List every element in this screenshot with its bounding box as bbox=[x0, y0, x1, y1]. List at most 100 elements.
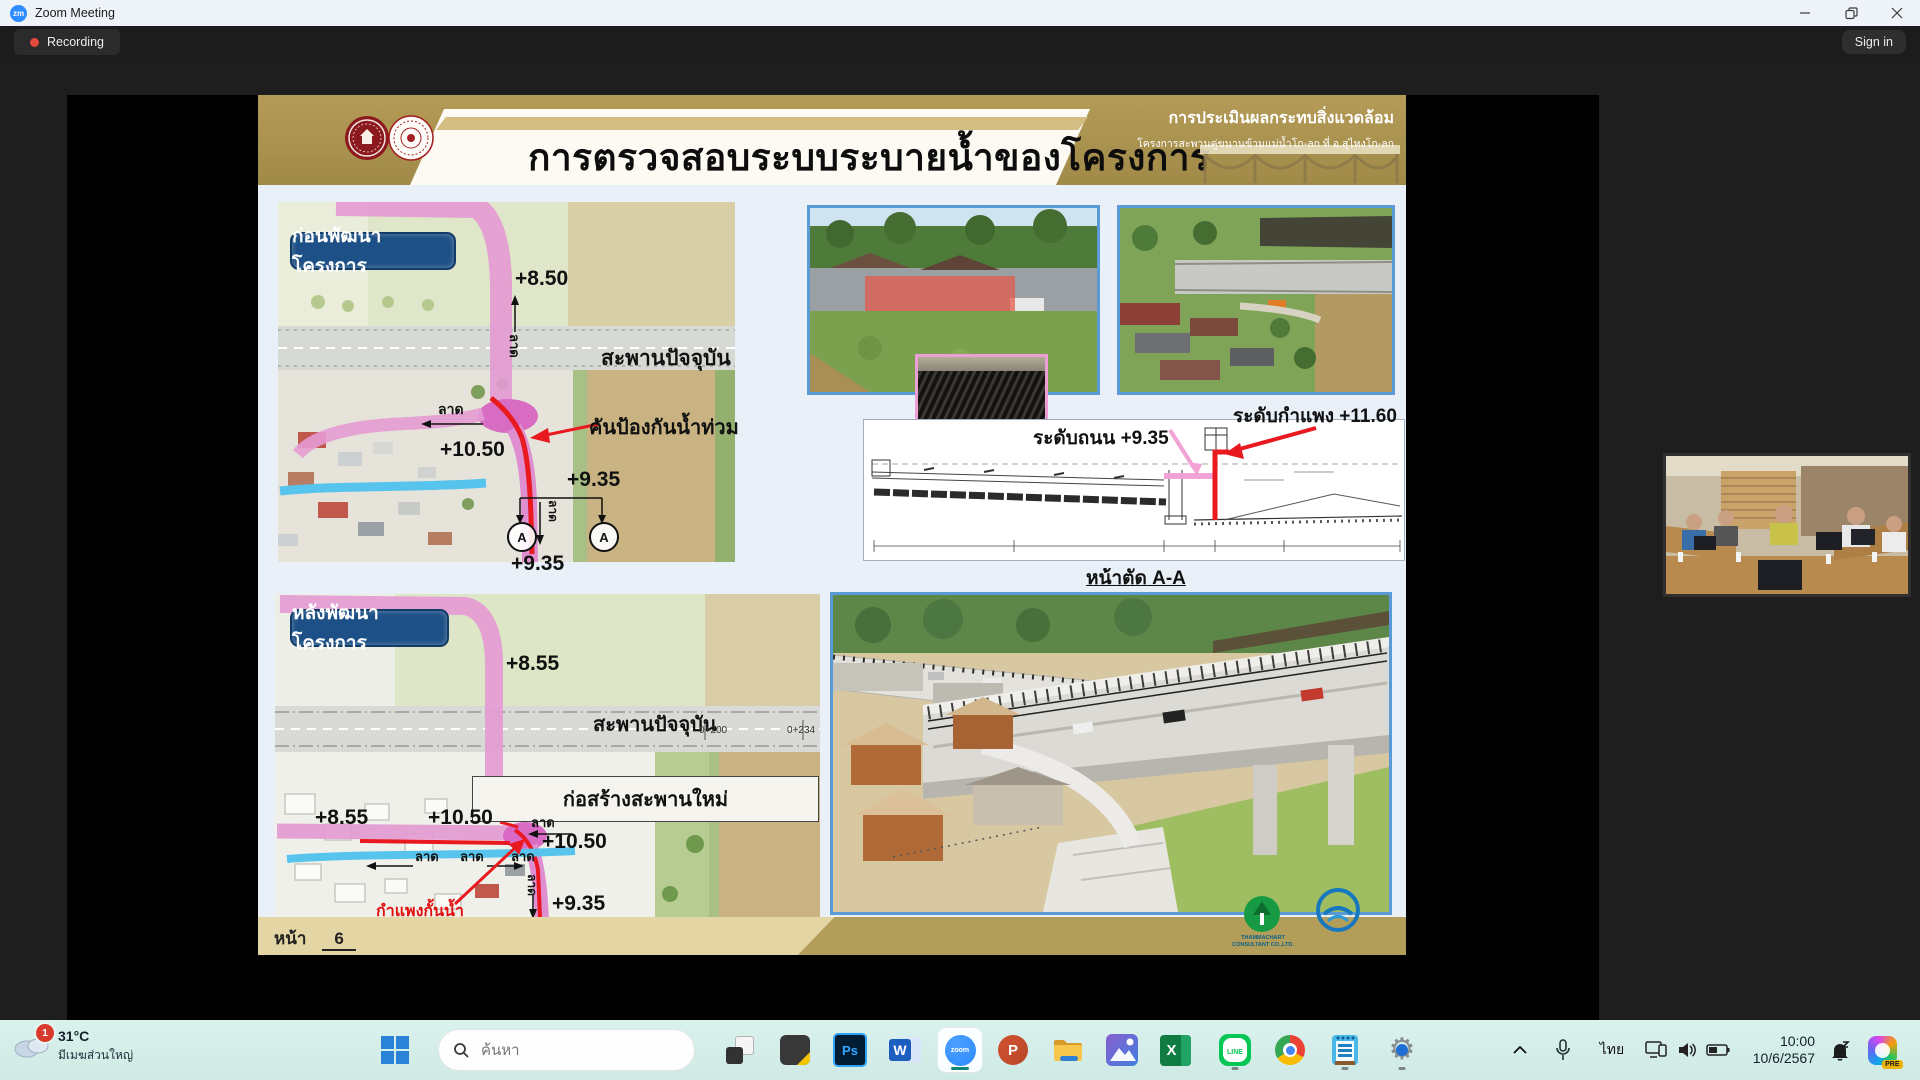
search-box[interactable] bbox=[438, 1029, 695, 1071]
level-label: +10.50 bbox=[428, 806, 493, 830]
participant-video-tile[interactable] bbox=[1663, 453, 1911, 597]
slope-label: ลาด bbox=[511, 846, 535, 867]
consultant-name-2: CONSULTANT CO.,LTD. bbox=[1213, 942, 1313, 949]
tray-volume[interactable] bbox=[1674, 1020, 1702, 1080]
level-label: +8.55 bbox=[315, 806, 368, 830]
road-level-label: ระดับถนน +9.35 bbox=[1033, 423, 1169, 453]
map-after-panel: หลังพัฒนาโครงการ +8.55 สะพานปัจจุบัน 0+2… bbox=[275, 594, 820, 917]
section-marker-a: A bbox=[507, 522, 537, 552]
slope-label-vertical: ลาด bbox=[504, 334, 525, 358]
slide-title: การตรวจสอบระบบระบายน้ำของโครงการ bbox=[528, 128, 1210, 187]
taskbar-notepad[interactable] bbox=[1323, 1028, 1367, 1072]
photos-icon bbox=[1106, 1034, 1138, 1066]
notepad-icon bbox=[1330, 1033, 1360, 1067]
slope-label-vertical: ลาด bbox=[523, 874, 542, 896]
sticky-notes-icon bbox=[780, 1035, 810, 1065]
search-input[interactable] bbox=[479, 1041, 663, 1060]
microphone-icon bbox=[1555, 1039, 1571, 1061]
page-label: หน้า bbox=[274, 929, 306, 948]
search-icon bbox=[453, 1042, 469, 1058]
level-label: +10.50 bbox=[440, 438, 505, 462]
slide-header: การตรวจสอบระบบระบายน้ำของโครงการ การประเ… bbox=[258, 95, 1406, 185]
consultant-logo-green bbox=[1243, 895, 1281, 938]
slope-label: ลาด bbox=[415, 846, 439, 867]
clock-date: 10/6/2567 bbox=[1733, 1050, 1815, 1067]
taskbar-line[interactable]: LINE bbox=[1213, 1028, 1257, 1072]
minimize-icon bbox=[1799, 7, 1811, 19]
restore-button[interactable] bbox=[1828, 0, 1874, 26]
weather-condition-label: มีเมฆส่วนใหญ่ bbox=[58, 1046, 133, 1065]
excel-icon: X bbox=[1160, 1035, 1191, 1066]
notification-badge: 1 bbox=[34, 1022, 56, 1044]
running-indicator bbox=[1399, 1067, 1406, 1070]
level-label: +9.35 bbox=[511, 552, 564, 576]
tray-language-indicator[interactable]: ไทย bbox=[1592, 1020, 1632, 1080]
level-label: +9.35 bbox=[552, 892, 605, 916]
taskbar-zoom-active[interactable]: zoom bbox=[938, 1028, 982, 1072]
taskbar-photoshop[interactable]: Ps bbox=[828, 1028, 872, 1072]
flood-dike-label: คันป้องกันน้ำท่วม bbox=[589, 411, 739, 443]
wall-level-label: ระดับกำแพง +11.60 bbox=[1233, 401, 1397, 431]
photoshop-icon: Ps bbox=[833, 1033, 867, 1067]
display-devices-icon bbox=[1645, 1041, 1667, 1059]
window-title: Zoom Meeting bbox=[35, 6, 115, 20]
tray-display-icon[interactable] bbox=[1640, 1020, 1672, 1080]
temperature-label: 31°C bbox=[58, 1028, 133, 1044]
file-explorer-icon bbox=[1052, 1036, 1084, 1064]
taskbar-chrome[interactable] bbox=[1268, 1028, 1312, 1072]
close-icon bbox=[1891, 7, 1903, 19]
presentation-slide: การตรวจสอบระบบระบายน้ำของโครงการ การประเ… bbox=[258, 95, 1406, 955]
slope-label: ลาด bbox=[460, 846, 484, 867]
section-caption: หน้าตัด A-A bbox=[1086, 563, 1186, 593]
taskbar-file-explorer[interactable] bbox=[1046, 1028, 1090, 1072]
task-view-icon bbox=[726, 1036, 754, 1064]
restore-icon bbox=[1845, 7, 1858, 20]
clock-time: 10:00 bbox=[1733, 1033, 1815, 1050]
current-bridge-label: สะพานปัจจุบัน bbox=[593, 708, 717, 740]
recording-dot-icon bbox=[30, 38, 39, 47]
tray-battery[interactable] bbox=[1702, 1020, 1734, 1080]
chainage-label: 0+200 bbox=[699, 725, 727, 736]
taskbar-word[interactable]: W bbox=[883, 1028, 927, 1072]
weather-widget[interactable]: 1 31°C มีเมฆส่วนใหญ่ bbox=[12, 1028, 133, 1065]
taskbar-photos[interactable] bbox=[1100, 1028, 1144, 1072]
recording-indicator[interactable]: Recording bbox=[14, 29, 120, 55]
taskbar-sticky-notes[interactable] bbox=[773, 1028, 817, 1072]
zoom-toolbar: Recording Sign in bbox=[0, 26, 1920, 58]
badge-before-development: ก่อนพัฒนาโครงการ bbox=[290, 232, 456, 270]
current-bridge-label: สะพานปัจจุบัน bbox=[601, 342, 731, 375]
windows-taskbar: 1 31°C มีเมฆส่วนใหญ่ bbox=[0, 1020, 1920, 1080]
chainage-label: 0+234 bbox=[787, 725, 815, 736]
speaker-icon bbox=[1678, 1042, 1698, 1058]
section-marker-a: A bbox=[589, 522, 619, 552]
tray-microphone[interactable] bbox=[1548, 1020, 1578, 1080]
gear-icon: ⚙ bbox=[1386, 1034, 1418, 1066]
slope-label: ลาด bbox=[438, 399, 464, 421]
level-label: +9.35 bbox=[567, 468, 620, 492]
page-number: 6 bbox=[322, 929, 355, 951]
chrome-icon bbox=[1275, 1035, 1305, 1065]
tray-overflow-chevron[interactable] bbox=[1505, 1020, 1535, 1080]
project-subheading: โครงการสะพานคู่ขนานข้ามแม่น้ำโก-ลก ที่ อ… bbox=[1137, 135, 1394, 152]
taskbar-settings[interactable]: ⚙ bbox=[1380, 1028, 1424, 1072]
start-button[interactable] bbox=[373, 1028, 417, 1072]
bridge-3d-render bbox=[830, 592, 1392, 915]
line-icon: LINE bbox=[1219, 1034, 1251, 1066]
running-indicator bbox=[1232, 1067, 1239, 1070]
tray-notifications[interactable] bbox=[1824, 1020, 1856, 1080]
taskbar-powerpoint[interactable]: P bbox=[991, 1028, 1035, 1072]
level-label: +8.50 bbox=[515, 267, 568, 291]
minimize-button[interactable] bbox=[1782, 0, 1828, 26]
consultant-name-1: THAMMACHART bbox=[1213, 935, 1313, 942]
taskbar-excel[interactable]: X bbox=[1153, 1028, 1197, 1072]
tray-copilot[interactable]: PRE bbox=[1862, 1020, 1902, 1080]
tray-clock[interactable]: 10:00 10/6/2567 bbox=[1733, 1020, 1815, 1080]
word-icon: W bbox=[889, 1034, 921, 1066]
agency-emblem-1 bbox=[344, 115, 390, 166]
map-before-panel: ก่อนพัฒนาโครงการ +8.50 ลาด สะพานปัจจุบัน… bbox=[278, 202, 735, 562]
task-view-button[interactable] bbox=[718, 1028, 762, 1072]
close-button[interactable] bbox=[1874, 0, 1920, 26]
meeting-room-video bbox=[1666, 456, 1908, 594]
consultant-logo-blue bbox=[1316, 888, 1360, 937]
sign-in-button[interactable]: Sign in bbox=[1842, 30, 1906, 54]
